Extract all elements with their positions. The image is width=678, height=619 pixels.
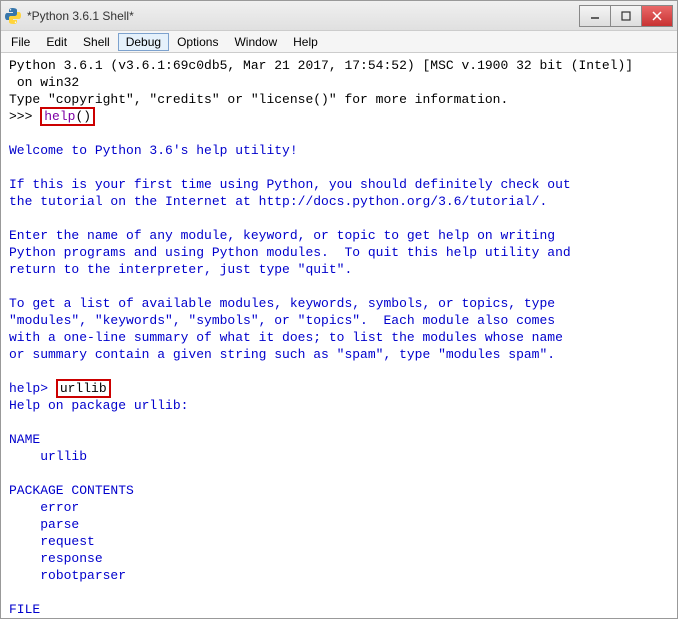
section-header: PACKAGE CONTENTS [9, 483, 134, 498]
help-text: return to the interpreter, just type "qu… [9, 262, 352, 277]
minimize-button[interactable] [579, 5, 611, 27]
menu-options[interactable]: Options [169, 33, 226, 51]
banner-line: Python 3.6.1 (v3.6.1:69c0db5, Mar 21 201… [9, 58, 633, 73]
window-title: *Python 3.6.1 Shell* [27, 9, 580, 23]
menu-window[interactable]: Window [226, 33, 285, 51]
help-prompt: help> [9, 381, 56, 396]
pkg-item: request [9, 534, 95, 549]
section-value: urllib [9, 449, 87, 464]
maximize-button[interactable] [610, 5, 642, 27]
banner-line: on win32 [9, 75, 79, 90]
close-button[interactable] [641, 5, 673, 27]
titlebar[interactable]: *Python 3.6.1 Shell* [1, 1, 677, 31]
help-text: To get a list of available modules, keyw… [9, 296, 555, 311]
pkg-item: response [9, 551, 103, 566]
window-controls [580, 5, 673, 27]
urllib-input: urllib [60, 381, 107, 396]
help-paren: () [75, 109, 91, 124]
help-text: the tutorial on the Internet at http://d… [9, 194, 547, 209]
help-call: help [44, 109, 75, 124]
python-icon [5, 8, 21, 24]
section-header: NAME [9, 432, 40, 447]
help-text: Enter the name of any module, keyword, o… [9, 228, 555, 243]
pkg-item: robotparser [9, 568, 126, 583]
highlight-box: urllib [56, 379, 111, 398]
menu-debug[interactable]: Debug [118, 33, 169, 51]
pkg-item: parse [9, 517, 79, 532]
help-text: Python programs and using Python modules… [9, 245, 571, 260]
menu-file[interactable]: File [3, 33, 38, 51]
menubar: File Edit Shell Debug Options Window Hel… [1, 31, 677, 53]
help-welcome: Welcome to Python 3.6's help utility! [9, 143, 298, 158]
help-text: "modules", "keywords", "symbols", or "to… [9, 313, 555, 328]
menu-shell[interactable]: Shell [75, 33, 118, 51]
help-text: If this is your first time using Python,… [9, 177, 571, 192]
shell-content[interactable]: Python 3.6.1 (v3.6.1:69c0db5, Mar 21 201… [1, 53, 677, 618]
banner-line: Type "copyright", "credits" or "license(… [9, 92, 508, 107]
highlight-box: help() [40, 107, 95, 126]
help-text: with a one-line summary of what it does;… [9, 330, 563, 345]
python-prompt: >>> [9, 109, 40, 124]
help-text: or summary contain a given string such a… [9, 347, 555, 362]
menu-help[interactable]: Help [285, 33, 326, 51]
section-header: FILE [9, 602, 40, 617]
menu-edit[interactable]: Edit [38, 33, 75, 51]
help-output: Help on package urllib: [9, 398, 188, 413]
pkg-item: error [9, 500, 79, 515]
